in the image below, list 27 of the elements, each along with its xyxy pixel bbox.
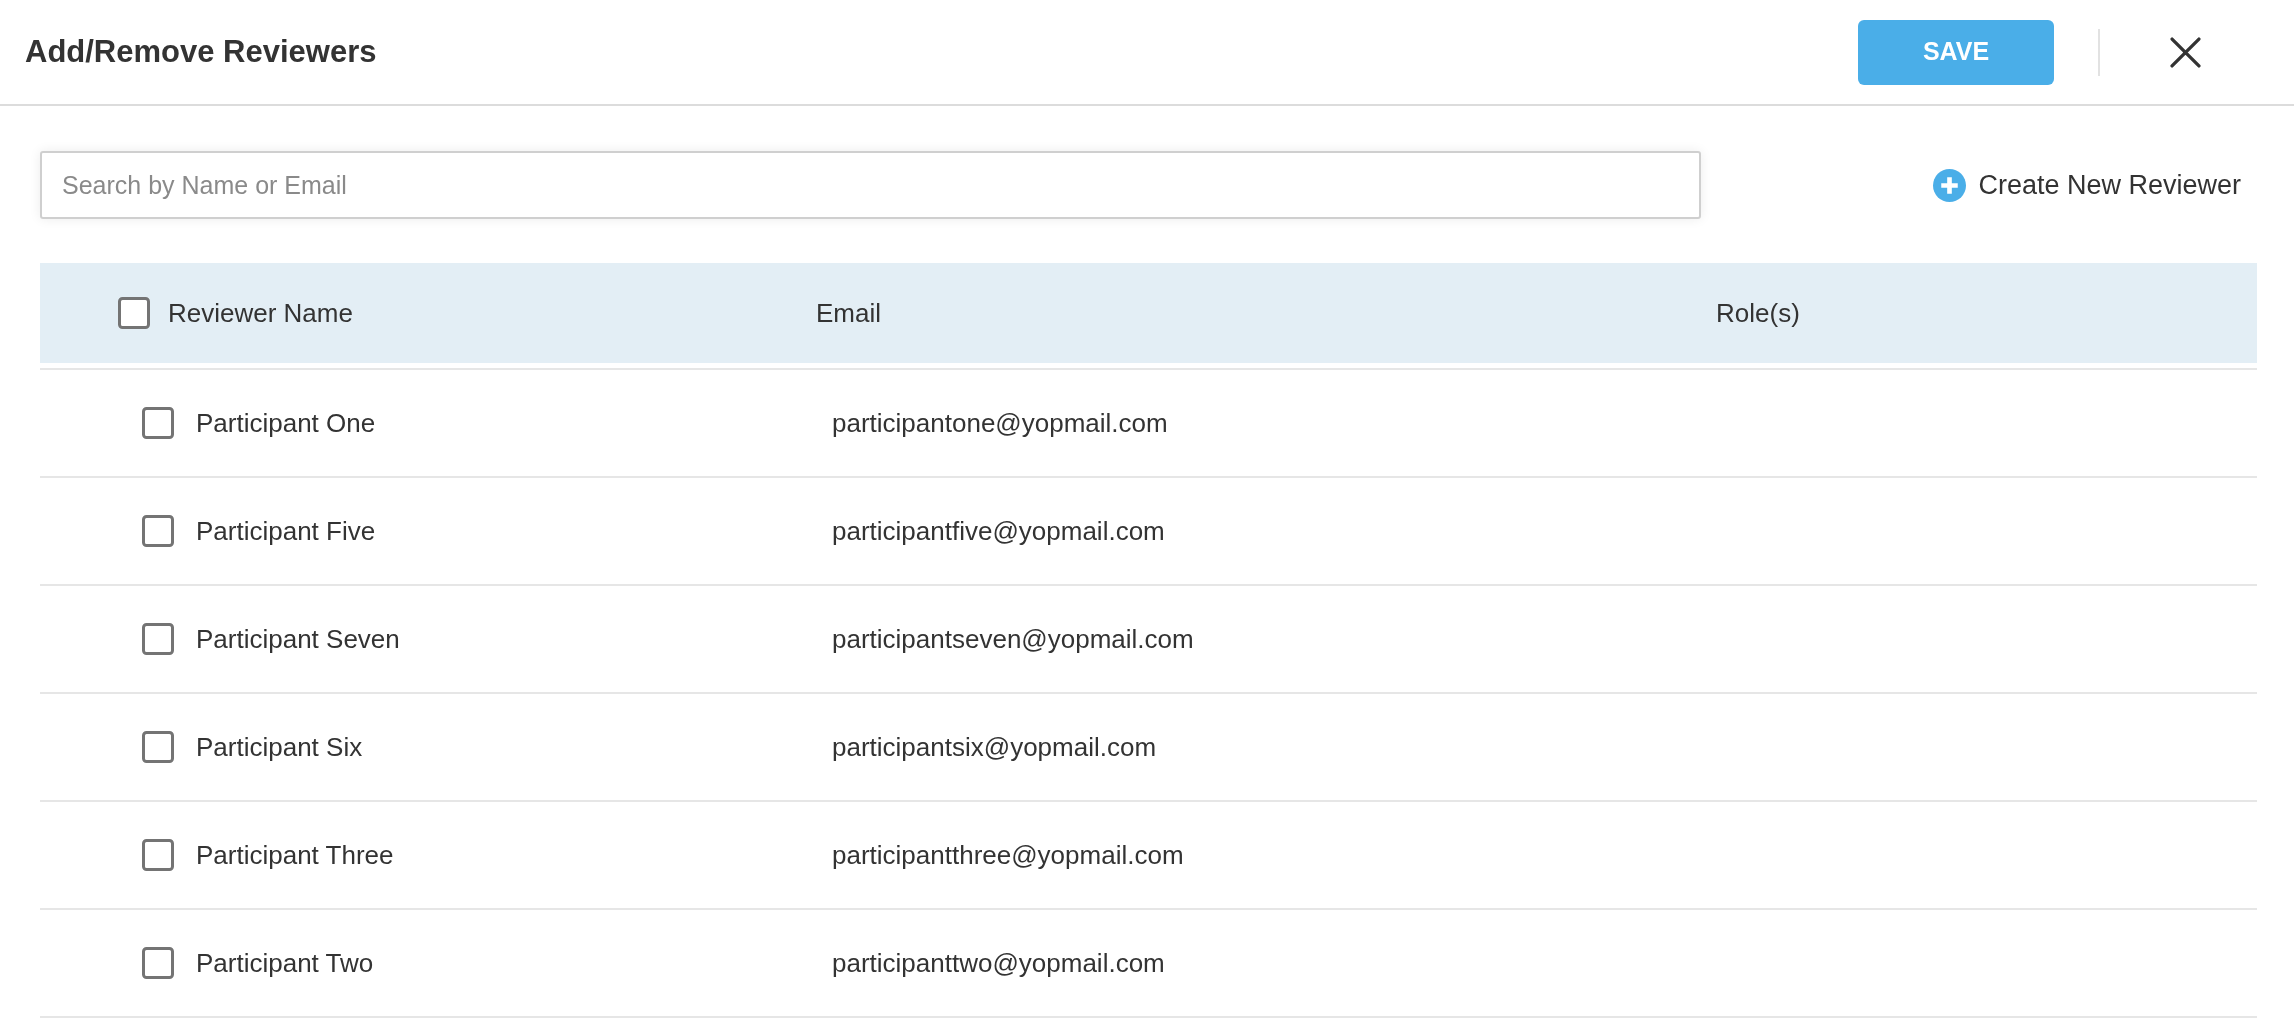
row-checkbox[interactable]	[142, 839, 174, 871]
reviewer-name: Participant Three	[196, 838, 394, 872]
reviewer-name: Participant Two	[196, 946, 374, 980]
reviewer-email: participantthree@yopmail.com	[832, 838, 1184, 872]
row-checkbox[interactable]	[142, 731, 174, 763]
create-reviewer-button[interactable]: Create New Reviewer	[1933, 164, 2241, 206]
row-checkbox[interactable]	[142, 947, 174, 979]
plus-circle-icon	[1933, 168, 1967, 202]
dialog-title: Add/Remove Reviewers	[25, 32, 378, 71]
row-checkbox[interactable]	[142, 407, 174, 439]
column-header: Reviewer Name	[168, 296, 353, 330]
search-field[interactable]: Search by Name or Email	[40, 151, 1701, 219]
reviewer-name: Participant Five	[196, 514, 376, 548]
reviewer-name: Participant Seven	[196, 622, 400, 656]
reviewer-email: participantfive@yopmail.com	[832, 514, 1165, 548]
reviewer-email: participantone@yopmail.com	[832, 406, 1168, 440]
reviewer-name: Participant Six	[196, 730, 363, 764]
close-icon[interactable]	[2170, 36, 2201, 68]
reviewer-email: participantsix@yopmail.com	[832, 730, 1157, 764]
reviewer-email: participanttwo@yopmail.com	[832, 946, 1165, 980]
row-checkbox[interactable]	[142, 515, 174, 547]
row-checkbox[interactable]	[142, 623, 174, 655]
column-header: Role(s)	[1716, 296, 1800, 330]
select-all-checkbox[interactable]	[118, 297, 150, 329]
reviewer-name: Participant One	[196, 406, 376, 440]
column-header: Email	[816, 296, 881, 330]
reviewer-email: participantseven@yopmail.com	[832, 622, 1194, 656]
